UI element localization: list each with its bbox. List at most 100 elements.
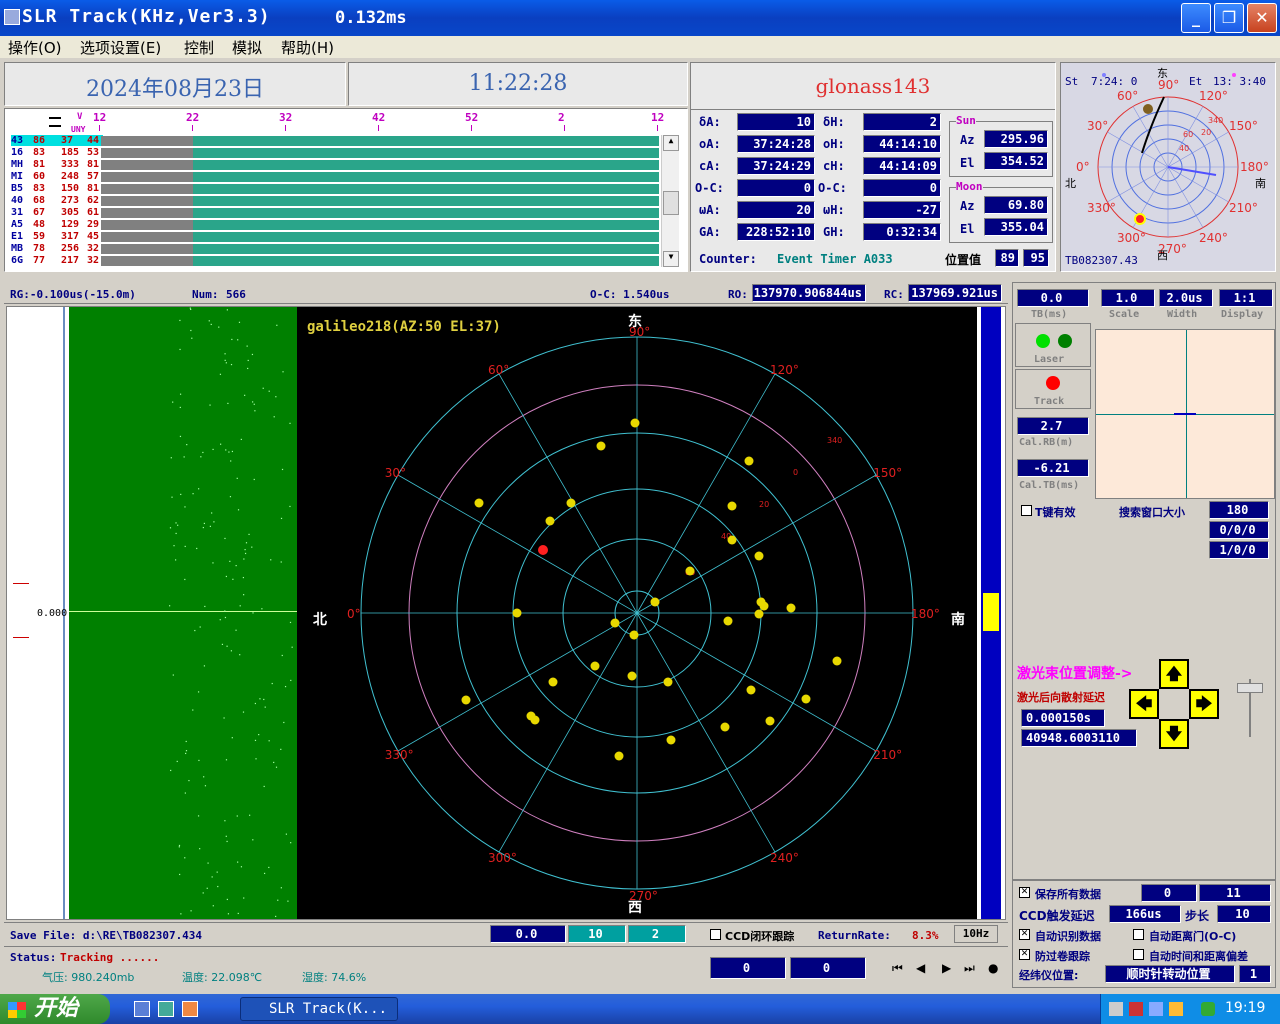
noise-dot [226, 309, 228, 311]
noise-dot [282, 371, 284, 373]
schedule-cell: 217 [61, 255, 80, 266]
counter-value: Event Timer A033 [777, 252, 893, 266]
arrow-down-icon[interactable]: 🡇 [1159, 719, 1189, 749]
laser-indicator[interactable]: Laser [1015, 323, 1091, 367]
noise-dot [258, 734, 260, 736]
menu-simulate[interactable]: 模拟 [232, 37, 262, 58]
counter-box-2: 0 [790, 957, 866, 979]
schedule-cell: 60 [33, 171, 46, 182]
schedule-row[interactable]: 43 86 37 44 [11, 135, 103, 146]
noise-dot [209, 404, 211, 406]
return-rate-value: 8.3% [912, 929, 939, 942]
quicklaunch-icon[interactable] [158, 1001, 174, 1017]
display-value[interactable]: 1:1 [1219, 289, 1273, 307]
t-key-checkbox[interactable] [1021, 505, 1032, 516]
slider-thumb[interactable] [1237, 683, 1263, 693]
maximize-button[interactable]: ❐ [1214, 3, 1244, 33]
menu-control[interactable]: 控制 [184, 37, 214, 58]
display-label: Display [1221, 309, 1264, 320]
noise-dot [175, 532, 177, 535]
step-slider[interactable] [1235, 679, 1265, 739]
schedule-bar-past [101, 184, 193, 194]
sky-ring-label: 340 [827, 436, 842, 445]
scroll-thumb[interactable] [663, 191, 679, 215]
tb-value[interactable]: 0.0 [1017, 289, 1089, 307]
cal-tb-value[interactable]: -6.21 [1017, 459, 1089, 477]
shield-icon[interactable] [1201, 1002, 1215, 1016]
laser-label: Laser [1034, 354, 1065, 365]
schedule-cell: 317 [61, 231, 80, 242]
noise-dot [186, 444, 188, 446]
dH-label: δH: [823, 115, 845, 129]
noise-dot [185, 752, 187, 755]
position-value-1: 89 [995, 249, 1019, 267]
schedule-uny-label: UNY [71, 125, 86, 134]
cal-rb-value[interactable]: 2.7 [1017, 417, 1089, 435]
minimize-button[interactable]: _ [1181, 3, 1211, 33]
cH-value: 44:14:09 [863, 157, 941, 175]
tray-icon[interactable] [1149, 1002, 1163, 1016]
tray-icon[interactable] [1109, 1002, 1123, 1016]
noise-dot [224, 820, 226, 822]
mini-degree-label: 120° [1199, 89, 1228, 103]
scroll-up-icon[interactable]: ▲ [663, 135, 679, 151]
noise-dot [280, 748, 282, 750]
tray-icon[interactable] [1169, 1002, 1183, 1016]
auto-dist-checkbox[interactable] [1133, 929, 1144, 940]
cal-tb-label: Cal.TB(ms) [1019, 480, 1080, 491]
quicklaunch-icon[interactable] [182, 1001, 198, 1017]
prev-icon[interactable]: ◀ [916, 961, 925, 975]
noise-dot [289, 505, 291, 508]
timeline-tick-mark [564, 125, 565, 131]
menu-options[interactable]: 选项设置(E) [80, 37, 161, 58]
schedule-cell: 333 [61, 159, 80, 170]
mini-file: TB082307.43 [1065, 254, 1138, 267]
time-panel: 11:22:28 [348, 62, 688, 106]
schedule-cell: 31 [11, 207, 24, 218]
arrow-left-icon[interactable]: 🡄 [1129, 689, 1159, 719]
auto-time-checkbox[interactable] [1133, 949, 1144, 960]
noise-dot [178, 844, 181, 847]
arrow-up-icon[interactable]: 🡅 [1159, 659, 1189, 689]
stop-icon[interactable]: ● [988, 961, 998, 975]
width-value[interactable]: 2.0us [1159, 289, 1213, 307]
noise-dot [211, 876, 213, 878]
noise-dot [284, 685, 287, 688]
first-icon[interactable]: ⏮ [892, 961, 903, 976]
last-icon[interactable]: ⏭ [964, 961, 975, 976]
rate-selector[interactable]: 10Hz [954, 925, 998, 943]
search-window-value[interactable]: 180 [1209, 501, 1269, 519]
save-all-checkbox[interactable]: ✕ [1019, 887, 1030, 898]
tray-icon[interactable] [1129, 1002, 1143, 1016]
mini-north: 北 [1065, 177, 1076, 190]
task-button[interactable]: SLR Track(K... [240, 997, 398, 1021]
schedule-cell: 40 [11, 195, 24, 206]
noise-dot [200, 456, 202, 458]
wH-label: ωH: [823, 203, 845, 217]
ccd-delay-value[interactable]: 166us [1109, 905, 1181, 923]
menu-operate[interactable]: 操作(O) [8, 37, 62, 58]
scroll-down-icon[interactable]: ▼ [663, 251, 679, 267]
menu-help[interactable]: 帮助(H) [281, 37, 334, 58]
close-button[interactable]: ✕ [1247, 3, 1277, 33]
num-label: Num: [192, 288, 219, 301]
noise-dot [208, 320, 210, 322]
noise-dot [204, 605, 206, 608]
track-indicator[interactable]: Track [1015, 369, 1091, 409]
mini-degree-label: 0° [1076, 160, 1090, 174]
noise-dot [224, 537, 226, 540]
scale-value[interactable]: 1.0 [1101, 289, 1155, 307]
auto-id-checkbox[interactable]: ✕ [1019, 929, 1030, 940]
satellite-point [832, 656, 842, 666]
next-icon[interactable]: ▶ [942, 961, 951, 975]
noise-dot [177, 524, 179, 526]
step-value[interactable]: 10 [1217, 905, 1271, 923]
arrow-right-icon[interactable]: 🡆 [1189, 689, 1219, 719]
quicklaunch-icon[interactable] [134, 1001, 150, 1017]
dA-label: δA: [699, 115, 721, 129]
ccd-loop-checkbox[interactable] [710, 929, 721, 940]
schedule-scrollbar[interactable]: ▲ ▼ [661, 135, 679, 267]
noise-dot [280, 517, 283, 520]
noise-dot [280, 561, 282, 563]
anti-wrap-checkbox[interactable]: ✕ [1019, 949, 1030, 960]
